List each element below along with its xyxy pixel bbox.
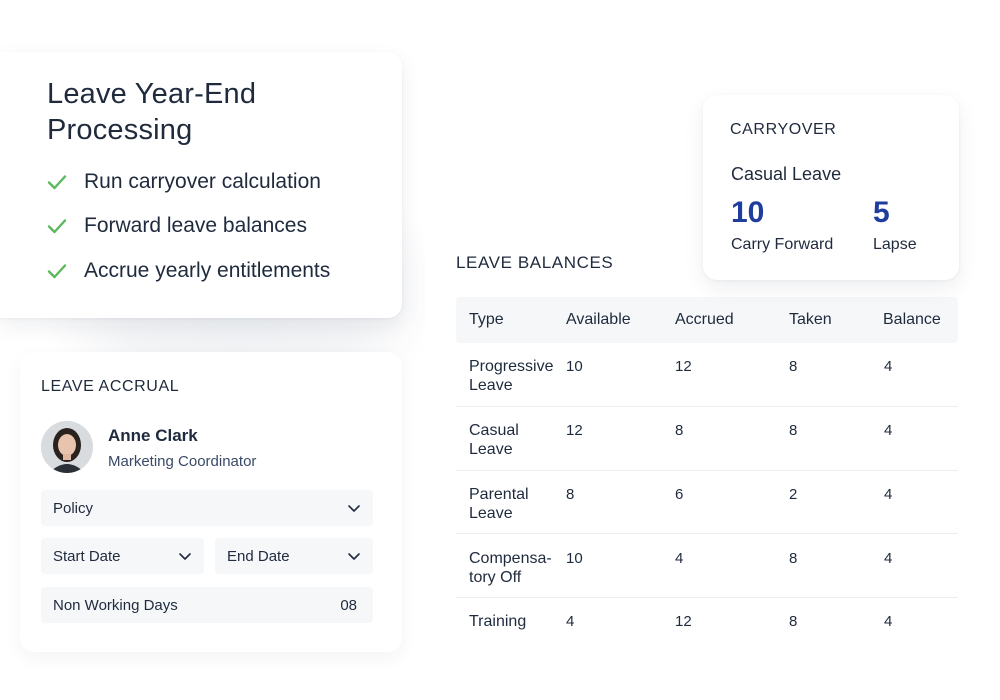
- column-header-available: Available: [566, 311, 631, 328]
- chevron-down-icon: [178, 549, 192, 563]
- end-date-select[interactable]: End Date: [215, 538, 373, 574]
- table-row-type: Training: [469, 613, 527, 630]
- employee-role: Marketing Coordinator: [108, 453, 257, 470]
- row-divider: [456, 597, 958, 598]
- task-label: Accrue yearly entitlements: [84, 259, 331, 282]
- table-row-accrued: 12: [675, 613, 692, 630]
- table-row-taken: 8: [789, 613, 798, 630]
- column-header-type: Type: [469, 311, 504, 328]
- table-row-balance: 4: [884, 613, 893, 630]
- non-working-days-value: 08: [340, 596, 357, 614]
- policy-select[interactable]: Policy: [41, 490, 373, 526]
- start-date-label: Start Date: [53, 547, 121, 565]
- non-working-days-label: Non Working Days: [53, 596, 178, 614]
- task-item: Run carryover calculation: [46, 170, 321, 194]
- task-item: Forward leave balances: [46, 214, 307, 238]
- table-row-taken: 2: [789, 486, 798, 503]
- chevron-down-icon: [347, 549, 361, 563]
- carryover-title: CARRYOVER: [730, 121, 837, 138]
- table-row-available: 10: [566, 550, 583, 567]
- leave-balances-title: LEAVE BALANCES: [456, 253, 614, 272]
- table-row-available: 10: [566, 358, 583, 375]
- table-row-available: 8: [566, 486, 575, 503]
- table-row-type: Progressive Leave: [469, 358, 554, 394]
- table-row-accrued: 8: [675, 422, 684, 439]
- table-row-taken: 8: [789, 422, 798, 439]
- column-header-balance: Balance: [883, 311, 941, 328]
- leave-accrual-title: LEAVE ACCRUAL: [41, 378, 180, 395]
- task-item: Accrue yearly entitlements: [46, 259, 330, 283]
- chevron-down-icon: [347, 501, 361, 515]
- check-icon: [46, 171, 68, 193]
- table-row-accrued: 12: [675, 358, 692, 375]
- table-row-balance: 4: [884, 550, 893, 567]
- carry-forward-label: Carry Forward: [731, 236, 834, 253]
- lapse-label: Lapse: [873, 236, 917, 253]
- non-working-days-field[interactable]: Non Working Days 08: [41, 587, 373, 623]
- start-date-select[interactable]: Start Date: [41, 538, 204, 574]
- table-row-balance: 4: [884, 358, 893, 375]
- table-row-taken: 8: [789, 358, 798, 375]
- end-date-label: End Date: [227, 547, 290, 565]
- table-row-type: Compensa-tory Off: [469, 550, 552, 586]
- table-row-available: 12: [566, 422, 583, 439]
- avatar: [41, 421, 93, 473]
- column-header-accrued: Accrued: [675, 311, 734, 328]
- carryover-leave-type: Casual Leave: [731, 164, 842, 184]
- policy-label: Policy: [53, 499, 94, 517]
- table-row-taken: 8: [789, 550, 798, 567]
- table-row-balance: 4: [884, 486, 893, 503]
- row-divider: [456, 470, 958, 471]
- employee-name: Anne Clark: [108, 426, 198, 445]
- table-row-type: Parental Leave: [469, 486, 529, 522]
- row-divider: [456, 533, 958, 534]
- row-divider: [456, 406, 958, 407]
- table-row-balance: 4: [884, 422, 893, 439]
- task-label: Forward leave balances: [84, 214, 307, 237]
- lapse-value: 5: [873, 196, 890, 229]
- carry-forward-value: 10: [731, 196, 765, 229]
- table-row-available: 4: [566, 613, 575, 630]
- table-row-accrued: 4: [675, 550, 684, 567]
- page-title: Leave Year-End Processing: [47, 78, 257, 146]
- task-label: Run carryover calculation: [84, 170, 321, 193]
- table-row-type: Casual Leave: [469, 422, 519, 458]
- check-icon: [46, 260, 68, 282]
- check-icon: [46, 215, 68, 237]
- table-row-accrued: 6: [675, 486, 684, 503]
- column-header-taken: Taken: [789, 311, 832, 328]
